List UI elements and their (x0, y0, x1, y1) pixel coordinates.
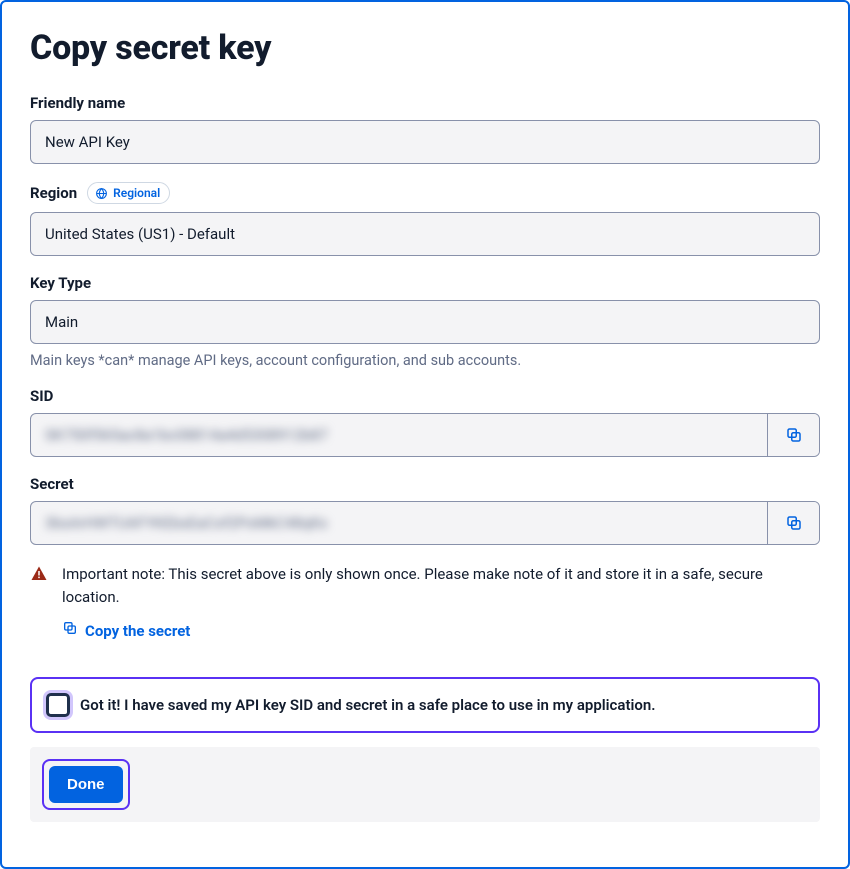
page-title: Copy secret key (30, 28, 820, 68)
region-field: Region Regional United States (US1) - De… (30, 182, 820, 256)
regional-badge: Regional (87, 182, 170, 204)
friendly-name-input[interactable]: New API Key (30, 120, 820, 164)
dialog-footer: Done (30, 747, 820, 822)
copy-the-secret-link[interactable]: Copy the secret (62, 620, 190, 643)
key-type-input[interactable]: Main (30, 300, 820, 344)
friendly-name-field: Friendly name New API Key (30, 94, 820, 164)
copy-the-secret-text: Copy the secret (85, 620, 190, 643)
secret-field: Secret 3bsArHWTUAFYKEbsEaCof2PoMkC48qKx (30, 475, 820, 545)
acknowledgement-label: Got it! I have saved my API key SID and … (80, 696, 656, 714)
key-type-helper: Main keys *can* manage API keys, account… (30, 352, 820, 369)
copy-sid-button[interactable] (767, 414, 819, 456)
region-label: Region (30, 184, 77, 202)
secret-group: 3bsArHWTUAFYKEbsEaCof2PoMkC48qKx (30, 501, 820, 545)
sid-label: SID (30, 387, 820, 405)
key-type-field: Key Type Main Main keys *can* manage API… (30, 274, 820, 369)
acknowledgement-checkbox[interactable] (46, 693, 70, 717)
copy-secret-key-dialog: Copy secret key Friendly name New API Ke… (0, 0, 850, 869)
done-button-focus-ring: Done (42, 759, 130, 810)
important-note: Important note: This secret above is onl… (30, 563, 820, 643)
secret-value[interactable]: 3bsArHWTUAFYKEbsEaCof2PoMkC48qKx (31, 502, 767, 544)
copy-secret-button[interactable] (767, 502, 819, 544)
sid-group: SK750f565ac8a1bc08814a4d5308912b87 (30, 413, 820, 457)
friendly-name-label: Friendly name (30, 94, 820, 112)
warning-icon (30, 563, 48, 643)
important-note-text: Important note: This secret above is onl… (62, 563, 820, 608)
sid-field: SID SK750f565ac8a1bc08814a4d5308912b87 (30, 387, 820, 457)
copy-icon (785, 514, 803, 532)
key-type-label: Key Type (30, 274, 820, 292)
done-button[interactable]: Done (49, 766, 123, 803)
copy-icon (785, 426, 803, 444)
acknowledgement-box[interactable]: Got it! I have saved my API key SID and … (30, 677, 820, 733)
copy-icon (62, 620, 78, 643)
sid-value[interactable]: SK750f565ac8a1bc08814a4d5308912b87 (31, 414, 767, 456)
region-input[interactable]: United States (US1) - Default (30, 212, 820, 256)
regional-badge-text: Regional (113, 186, 160, 200)
globe-icon (95, 187, 108, 200)
secret-label: Secret (30, 475, 820, 493)
